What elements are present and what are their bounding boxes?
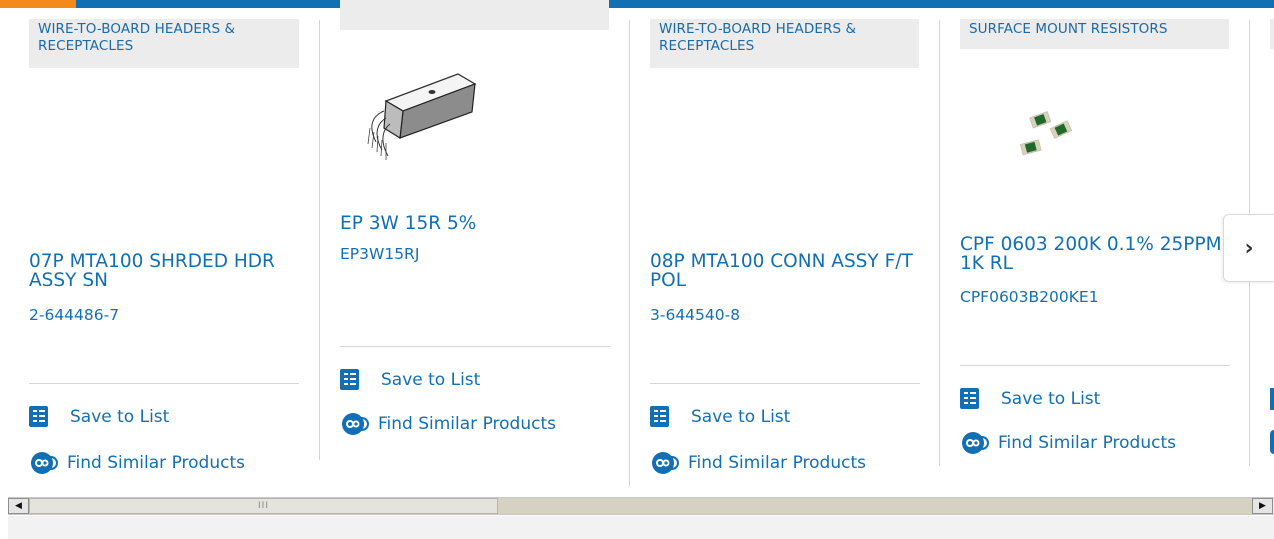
category-label[interactable]: WIRE-TO-BOARD HEADERS & RECEPTACLES xyxy=(29,19,299,68)
category-label[interactable]: SURFACE MOUNT RESISTORS xyxy=(960,19,1229,49)
find-similar-button[interactable]: Find Similar Products xyxy=(29,450,245,476)
partial-card-category xyxy=(1270,19,1274,49)
part-number[interactable]: CPF0603B200KE1 xyxy=(960,288,1099,306)
find-similar-icon xyxy=(652,452,679,474)
scroll-right-arrow[interactable]: ▶ xyxy=(1252,498,1273,514)
checklist-icon xyxy=(29,406,48,427)
footer-area xyxy=(8,516,1274,539)
top-accent-gap xyxy=(0,8,1274,11)
partial-card-save-icon xyxy=(1270,388,1274,410)
horizontal-scrollbar[interactable]: ◀ III ▶ xyxy=(8,497,1274,515)
find-label: Find Similar Products xyxy=(378,414,556,434)
card-separator xyxy=(29,383,299,384)
card-separator xyxy=(340,346,610,347)
chevron-right-icon: › xyxy=(1244,235,1254,261)
product-title[interactable]: CPF 0603 200K 0.1% 25PPM 1K RL xyxy=(960,235,1225,273)
card-divider xyxy=(319,20,320,460)
scroll-thumb[interactable]: III xyxy=(29,498,498,514)
save-to-list-button[interactable]: Save to List xyxy=(650,406,790,427)
checklist-icon xyxy=(650,406,669,427)
product-image[interactable] xyxy=(358,66,478,166)
find-label: Find Similar Products xyxy=(67,453,245,473)
part-number[interactable]: EP3W15RJ xyxy=(340,245,419,263)
part-number[interactable]: 3-644540-8 xyxy=(650,306,740,324)
category-label[interactable]: WIRE-TO-BOARD HEADERS & RECEPTACLES xyxy=(650,19,919,68)
find-similar-button[interactable]: Find Similar Products xyxy=(960,430,1176,456)
part-number[interactable]: 2-644486-7 xyxy=(29,306,119,324)
product-image[interactable] xyxy=(1018,108,1078,158)
save-label: Save to List xyxy=(381,369,481,390)
find-similar-icon xyxy=(342,413,369,435)
scroll-thumb-grip: III xyxy=(258,501,269,511)
category-label[interactable] xyxy=(340,0,609,30)
save-to-list-button[interactable]: Save to List xyxy=(340,369,480,390)
find-similar-button[interactable]: Find Similar Products xyxy=(650,450,866,476)
save-label: Save to List xyxy=(691,406,791,427)
product-title[interactable]: EP 3W 15R 5% xyxy=(340,214,610,233)
card-separator xyxy=(960,365,1230,366)
find-similar-icon xyxy=(962,432,989,454)
scroll-track[interactable] xyxy=(498,498,1252,514)
save-label: Save to List xyxy=(70,406,170,427)
find-label: Find Similar Products xyxy=(998,433,1176,453)
card-separator xyxy=(650,383,920,384)
find-similar-icon xyxy=(31,452,58,474)
save-label: Save to List xyxy=(1001,388,1101,409)
checklist-icon xyxy=(960,388,979,409)
product-title[interactable]: 08P MTA100 CONN ASSY F/T POL xyxy=(650,252,920,290)
save-to-list-button[interactable]: Save to List xyxy=(960,388,1100,409)
partial-card-find-icon xyxy=(1270,430,1274,454)
page: WIRE-TO-BOARD HEADERS & RECEPTACLES 07P … xyxy=(0,0,1274,539)
card-divider xyxy=(629,20,630,486)
checklist-icon xyxy=(340,369,359,390)
scroll-left-arrow[interactable]: ◀ xyxy=(8,498,29,514)
find-label: Find Similar Products xyxy=(688,453,866,473)
save-to-list-button[interactable]: Save to List xyxy=(29,406,169,427)
card-divider xyxy=(939,20,940,466)
find-similar-button[interactable]: Find Similar Products xyxy=(340,411,556,437)
carousel-next-button[interactable]: › xyxy=(1223,214,1274,282)
product-title[interactable]: 07P MTA100 SHRDED HDR ASSY SN xyxy=(29,252,304,290)
